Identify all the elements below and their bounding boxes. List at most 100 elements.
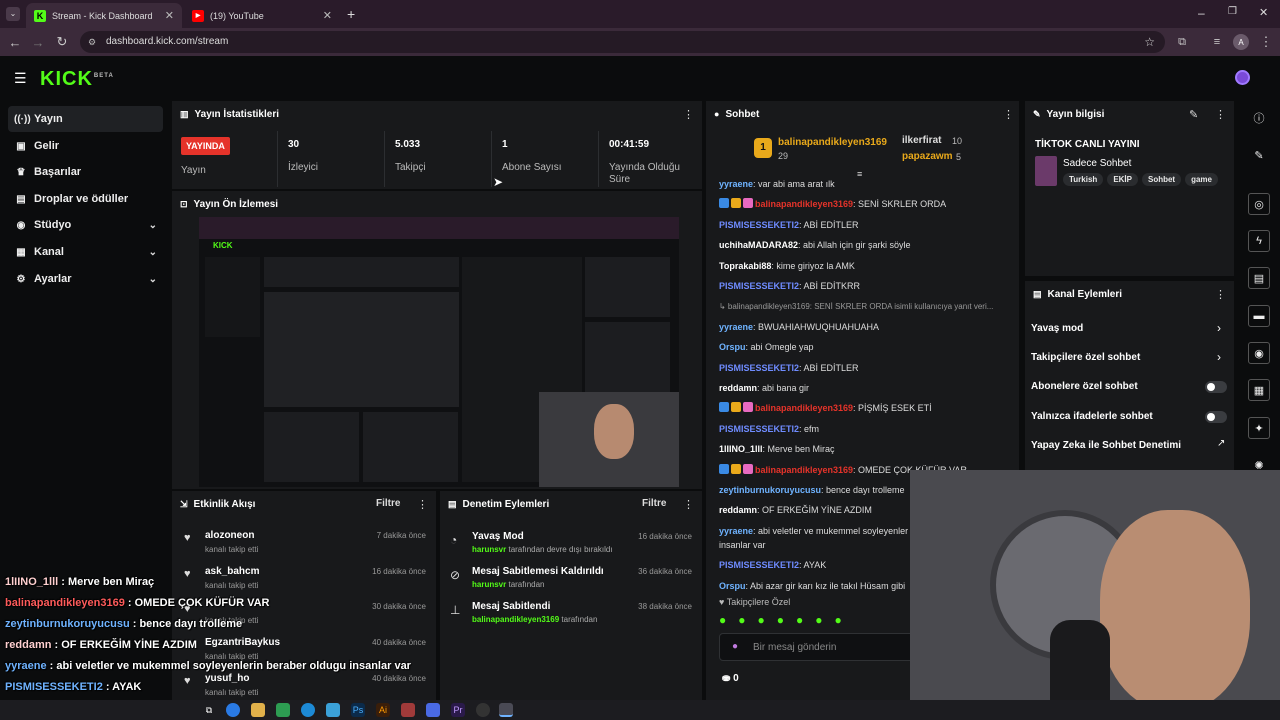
tab-search-icon[interactable]: ⌄ [6,7,20,21]
follower-name[interactable]: yusuf_ho [205,673,249,684]
extensions-icon[interactable]: ⧉ [1174,34,1190,50]
moderator-name[interactable]: harunsvr [472,580,506,589]
obs-icon[interactable] [476,703,490,717]
new-tab-icon[interactable]: + [347,6,355,22]
lightning-icon[interactable]: ϟ [1248,230,1270,252]
app-icon[interactable] [401,703,415,717]
category-name[interactable]: Sadece Sohbet [1063,158,1131,169]
moderator-name[interactable]: harunsvr [472,545,506,554]
external-link-icon[interactable]: ↗ [1217,438,1225,449]
reload-icon[interactable]: ↻ [54,34,70,50]
chat-username[interactable]: zeytinburnukoruyucusu [719,485,821,495]
window-close-icon[interactable]: ✕ [1259,6,1268,19]
chat-username[interactable]: balinapandikleyen3169 [755,199,853,209]
pencil-icon[interactable]: ✎ [1248,144,1270,166]
site-info-icon[interactable]: ⚙ [88,31,96,53]
profile-avatar[interactable]: A [1233,34,1249,50]
gifter-name[interactable]: ilkerfirat [902,135,941,146]
chat-username[interactable]: PISMISESSEKETI2 [719,424,799,434]
minimize-icon[interactable]: – [1198,6,1205,20]
chat-username[interactable]: 1lIINO_1lll [719,444,763,454]
layout-icon[interactable]: ▦ [1248,379,1270,401]
chat-username[interactable]: balinapandikleyen3169 [755,403,853,413]
chevron-right-icon[interactable]: › [1217,321,1221,335]
folder-icon[interactable] [251,703,265,717]
tab-youtube[interactable]: ▶ (19) YouTube ✕ [184,3,340,28]
chat-username[interactable]: yyraene [719,322,753,332]
chat-icon[interactable]: ▬ [1248,305,1270,327]
chat-username[interactable]: Orspu [719,342,746,352]
app-icon[interactable] [326,703,340,717]
tag[interactable]: Turkish [1063,173,1104,186]
follower-name[interactable]: ask_bahcm [205,566,259,577]
chrome-active-icon[interactable] [499,703,513,717]
chat-username[interactable]: PISMISESSEKETI2 [719,220,799,230]
edit-icon[interactable]: ✎ [1189,108,1198,121]
sidebar-item-droplar[interactable]: ▤ Droplar ve ödüller [8,186,163,212]
kebab-menu-icon[interactable]: ⋮ [417,498,428,511]
chat-username[interactable]: yyraene [719,179,753,189]
back-icon[interactable]: ← [7,34,23,50]
user-avatar[interactable] [1235,70,1250,85]
sidebar-item-kanal[interactable]: ▦ Kanal ⌄ [8,239,163,265]
follower-name[interactable]: alozoneon [205,530,254,541]
sidebar-item-ayarlar[interactable]: ⚙ Ayarlar ⌄ [8,266,163,292]
chat-username[interactable]: Toprakabi88 [719,261,771,271]
gifter-name[interactable]: balinapandikleyen3169 [778,137,887,148]
wrench-icon[interactable]: ✦ [1248,417,1270,439]
chrome-icon[interactable] [226,703,240,717]
tag[interactable]: EKİP [1107,173,1138,186]
kebab-menu-icon[interactable]: ⋮ [1215,108,1226,121]
preview-video[interactable]: KICK [199,217,679,487]
kebab-menu-icon[interactable]: ⋮ [1003,108,1014,121]
action-slow-mode[interactable]: Yavaş mod [1031,323,1083,334]
tag[interactable]: Sohbet [1141,173,1182,186]
chat-username[interactable]: PISMISESSEKETI2 [719,363,799,373]
browser-menu-icon[interactable]: ⋮ [1258,34,1274,50]
chat-username[interactable]: uchihaMADARA82 [719,240,798,250]
forward-icon[interactable]: → [30,34,46,50]
chat-username[interactable]: PISMISESSEKETI2 [719,560,799,570]
chat-username[interactable]: yyraene [719,526,753,536]
broadcast-icon[interactable]: ◉ [1248,342,1270,364]
info-icon[interactable]: ⓘ [1248,107,1270,129]
app-icon[interactable] [426,703,440,717]
kebab-menu-icon[interactable]: ⋮ [1215,288,1226,301]
chat-input[interactable]: ● Bir mesaj gönderin [719,633,919,661]
hamburger-menu-icon[interactable]: ☰ [14,70,27,87]
sidebar-item-gelir[interactable]: ▣ Gelir [8,133,163,159]
action-ai-moderation[interactable]: Yapay Zeka ile Sohbet Denetimi [1031,440,1181,451]
chevron-right-icon[interactable]: › [1217,350,1221,364]
follower-name[interactable]: EgzantriBaykus [205,637,280,648]
moderator-name[interactable]: balinapandikleyen3169 [472,615,559,624]
chat-username[interactable]: Orspu [719,581,746,591]
subscribers-only-toggle[interactable] [1205,381,1227,393]
photoshop-icon[interactable]: Ps [351,703,365,717]
camera-icon[interactable]: ◎ [1248,193,1270,215]
action-followers-only[interactable]: Takipçilere özel sohbet [1031,352,1140,363]
gifter-name[interactable]: papazawm [902,151,953,162]
document-icon[interactable]: ▤ [1248,267,1270,289]
kebab-menu-icon[interactable]: ⋮ [683,498,694,511]
chevron-down-icon[interactable]: ⌄ [149,274,157,285]
url-field[interactable]: ⚙ dashboard.kick.com/stream ☆ [80,31,1165,53]
tag[interactable]: game [1185,173,1218,186]
illustrator-icon[interactable]: Ai [376,703,390,717]
sidebar-item-yayin[interactable]: ((·)) Yayın [8,106,163,132]
kebab-menu-icon[interactable]: ⋮ [683,108,694,121]
chat-username[interactable]: balinapandikleyen3169 [755,465,853,475]
emotes-only-toggle[interactable] [1205,411,1227,423]
media-icon[interactable]: ≡ [1209,34,1225,50]
edge-icon[interactable] [301,703,315,717]
tab-kick-dashboard[interactable]: K Stream - Kick Dashboard ✕ [26,3,182,28]
chat-username[interactable]: PISMISESSEKETI2 [719,281,799,291]
sidebar-item-basarilar[interactable]: ♛ Başarılar [8,159,163,185]
microphone-icon[interactable]: ● [732,641,738,652]
points-indicator[interactable]: ⛂ 0 [722,673,739,684]
bookmark-star-icon[interactable]: ☆ [1144,31,1155,53]
chat-username[interactable]: reddamn [719,383,757,393]
premiere-icon[interactable]: Pr [451,703,465,717]
chat-username[interactable]: reddamn [719,505,757,515]
collapse-icon[interactable]: ≡ [857,169,862,179]
chevron-down-icon[interactable]: ⌄ [149,220,157,231]
